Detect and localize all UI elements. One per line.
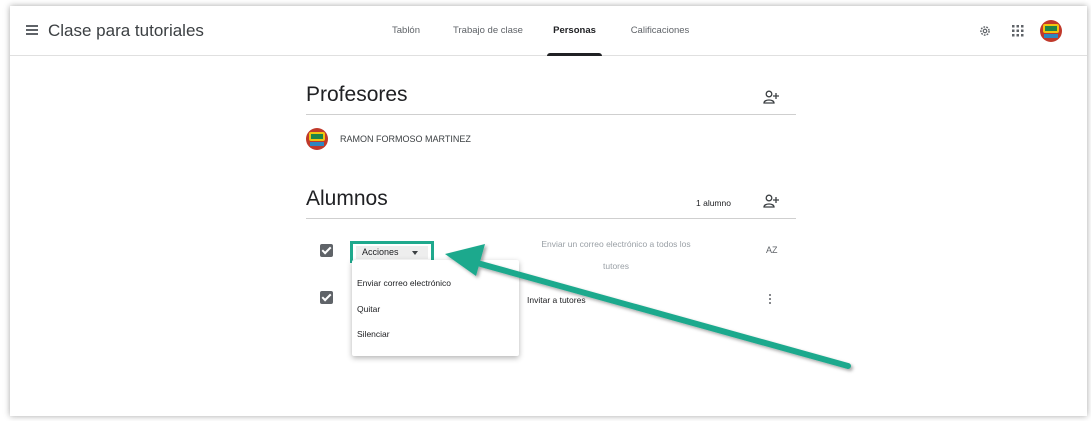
top-bar: Clase para tutoriales Tablón Trabajo de … [10, 6, 1087, 56]
teachers-title: Profesores [306, 83, 408, 106]
avatar [306, 128, 328, 150]
sort-icon[interactable]: AZ [766, 245, 778, 255]
student-checkbox[interactable] [320, 291, 333, 304]
gear-icon[interactable] [978, 24, 992, 38]
avatar[interactable] [1040, 20, 1062, 42]
apps-icon[interactable] [1012, 25, 1024, 37]
tab-trabajo-de-clase[interactable]: Trabajo de clase [447, 6, 529, 56]
tab-calificaciones[interactable]: Calificaciones [624, 6, 696, 56]
menu-icon[interactable] [26, 25, 38, 35]
actions-label: Acciones [362, 247, 399, 257]
caret-down-icon [412, 251, 418, 255]
select-all-checkbox[interactable] [320, 244, 333, 257]
students-divider [306, 218, 796, 219]
email-all-tutors-link[interactable]: Enviar un correo electrónico a todos los… [516, 233, 716, 277]
actions-dropdown-menu: Enviar correo electrónico Quitar Silenci… [352, 260, 519, 356]
students-title: Alumnos [306, 187, 388, 210]
teachers-divider [306, 114, 796, 115]
more-vert-icon[interactable] [768, 294, 772, 308]
invite-tutors-link[interactable]: Invitar a tutores [527, 295, 586, 305]
student-count: 1 alumno [696, 198, 731, 208]
email-all-line1: Enviar un correo electrónico a todos los [541, 239, 691, 249]
menu-item-quitar[interactable]: Quitar [357, 304, 380, 314]
email-all-line2: tutores [603, 261, 629, 271]
person-add-icon[interactable] [763, 194, 779, 208]
teacher-name: RAMON FORMOSO MARTINEZ [340, 134, 471, 144]
person-add-icon[interactable] [763, 90, 779, 104]
menu-item-silenciar[interactable]: Silenciar [357, 329, 390, 339]
actions-button[interactable]: Acciones [356, 246, 428, 259]
app-title[interactable]: Clase para tutoriales [48, 21, 204, 41]
menu-item-enviar-correo[interactable]: Enviar correo electrónico [357, 278, 451, 288]
tab-personas[interactable]: Personas [547, 6, 602, 56]
app-window: Clase para tutoriales Tablón Trabajo de … [10, 6, 1087, 416]
arrow-annotation [445, 244, 851, 369]
tab-tablon[interactable]: Tablón [389, 6, 423, 56]
